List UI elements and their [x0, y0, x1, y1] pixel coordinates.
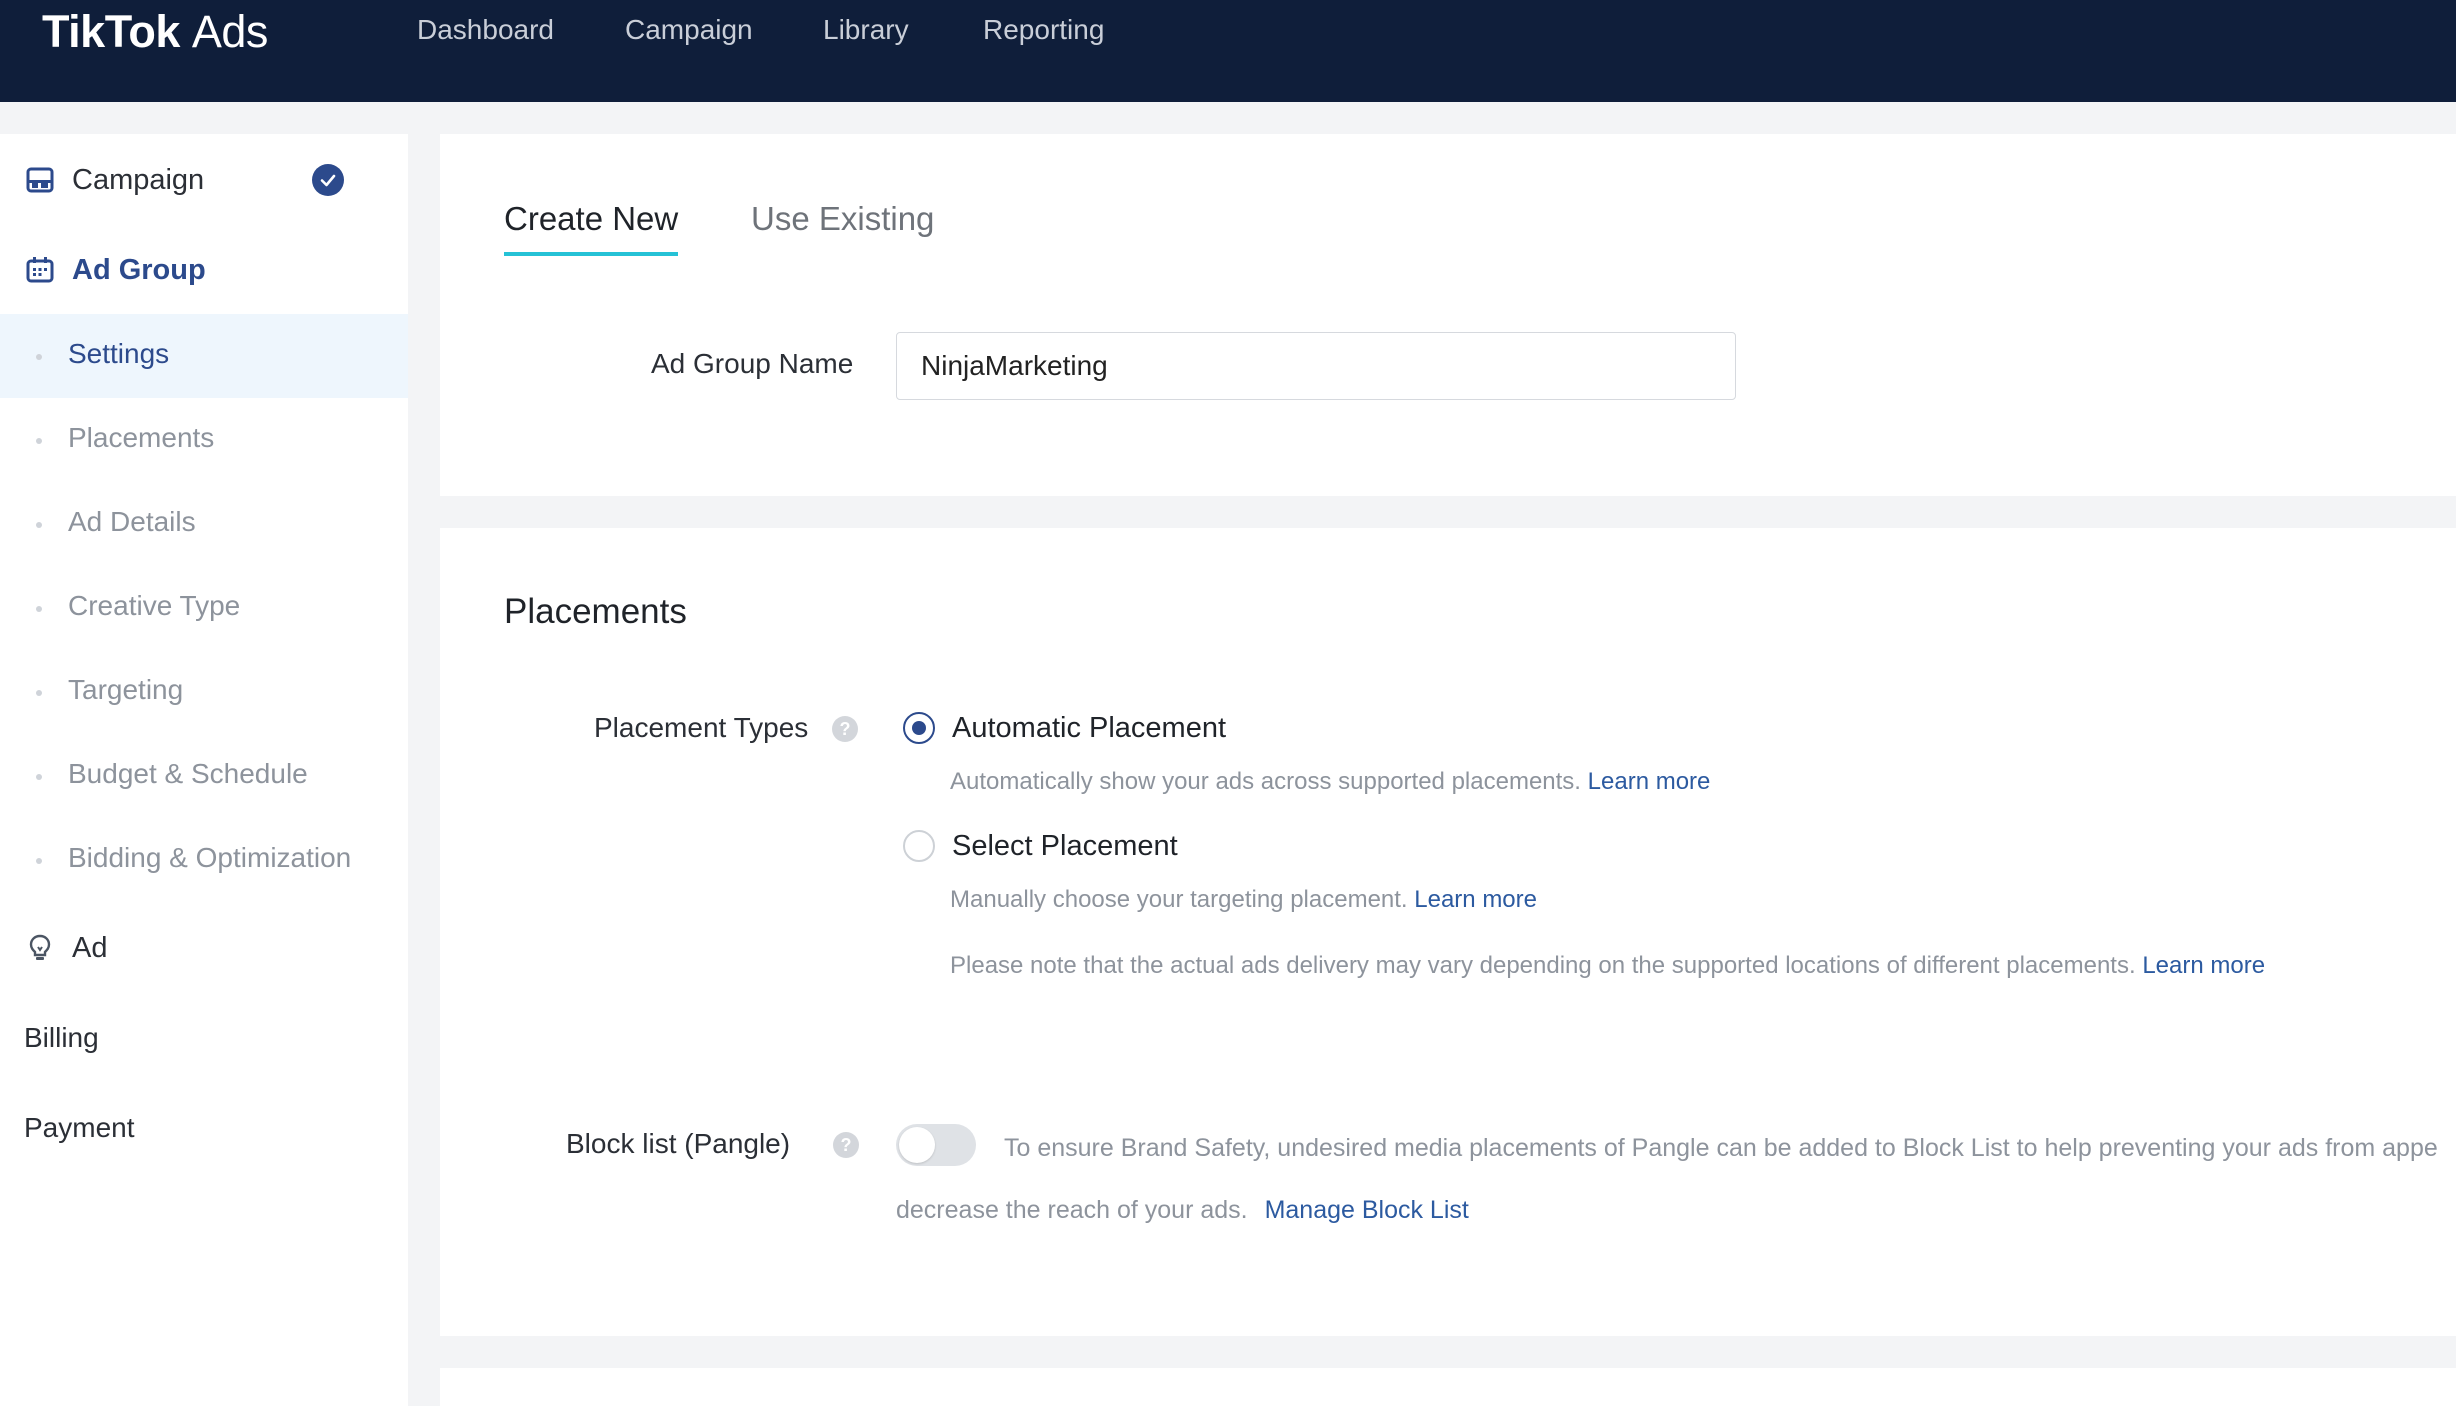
block-list-description-cont: decrease the reach of your ads. Manage B…: [896, 1196, 1469, 1225]
section-title: Placements: [504, 592, 687, 631]
sidebar-sub-targeting[interactable]: Targeting: [0, 650, 408, 734]
bullet-dot: [36, 858, 42, 864]
bullet-dot: [36, 774, 42, 780]
select-placement-radio[interactable]: [903, 830, 935, 862]
sidebar-sub-label: Ad Details: [68, 506, 196, 537]
placements-card: Placements Placement Types ? Automatic P…: [440, 528, 2456, 1336]
sidebar-sub-label: Settings: [68, 338, 170, 369]
sidebar-sub-label: Bidding & Optimization: [68, 842, 352, 873]
lightbulb-icon: [24, 932, 56, 964]
hint-text: Automatically show your ads across suppo…: [950, 768, 1581, 795]
calendar-icon: [24, 254, 56, 286]
top-nav-bar: TikTok Ads Dashboard Campaign Library Re…: [0, 0, 2456, 102]
sidebar-sub-label: Placements: [68, 422, 215, 453]
tiktok-ads-logo[interactable]: TikTok Ads: [42, 6, 268, 58]
automatic-placement-radio[interactable]: [903, 712, 935, 744]
bullet-dot: [36, 438, 42, 444]
note-text: Please note that the actual ads delivery…: [950, 952, 2136, 979]
select-placement-hint: Manually choose your targeting placement…: [950, 886, 1537, 914]
sidebar-item-ad[interactable]: Ad: [0, 906, 408, 990]
sidebar-sub-bidding-optimization[interactable]: Bidding & Optimization: [0, 818, 408, 902]
tab-create-new[interactable]: Create New: [504, 200, 678, 238]
ad-group-name-input[interactable]: [896, 332, 1736, 400]
sidebar-item-payment[interactable]: Payment: [24, 1112, 135, 1144]
sidebar-sub-label: Creative Type: [68, 590, 241, 621]
block-list-toggle[interactable]: [896, 1124, 976, 1166]
next-section-card: [440, 1368, 2456, 1406]
placement-delivery-note: Please note that the actual ads delivery…: [950, 952, 2265, 980]
bullet-dot: [36, 522, 42, 528]
nav-reporting[interactable]: Reporting: [983, 14, 1104, 46]
campaign-icon: [24, 164, 56, 196]
learn-more-link[interactable]: Learn more: [1414, 886, 1537, 913]
manage-block-list-link[interactable]: Manage Block List: [1265, 1196, 1469, 1224]
sidebar-item-label: Campaign: [72, 163, 205, 196]
sidebar-sub-budget-schedule[interactable]: Budget & Schedule: [0, 734, 408, 818]
sidebar-sub-settings[interactable]: Settings: [0, 314, 408, 398]
help-icon[interactable]: ?: [832, 716, 858, 742]
completed-check-icon: [312, 164, 344, 196]
ad-group-name-label: Ad Group Name: [651, 348, 854, 379]
automatic-placement-label[interactable]: Automatic Placement: [952, 712, 1226, 745]
placement-types-label: Placement Types: [594, 712, 809, 743]
sidebar: Campaign Ad Group Settings Placements Ad…: [0, 134, 408, 1406]
automatic-placement-hint: Automatically show your ads across suppo…: [950, 768, 1710, 796]
ad-group-card: Create New Use Existing Ad Group Name: [440, 134, 2456, 496]
nav-campaign[interactable]: Campaign: [625, 14, 753, 46]
brand-name: TikTok: [42, 6, 180, 57]
sidebar-sub-ad-details[interactable]: Ad Details: [0, 482, 408, 566]
help-icon[interactable]: ?: [833, 1132, 859, 1158]
active-tab-indicator: [504, 252, 678, 256]
block-list-label: Block list (Pangle): [566, 1128, 791, 1159]
bullet-dot: [36, 690, 42, 696]
sidebar-sub-placements[interactable]: Placements: [0, 398, 408, 482]
learn-more-link[interactable]: Learn more: [2142, 952, 2265, 979]
nav-dashboard[interactable]: Dashboard: [417, 14, 554, 46]
tab-use-existing[interactable]: Use Existing: [751, 200, 934, 238]
sidebar-item-ad-group[interactable]: Ad Group: [0, 228, 408, 312]
bullet-dot: [36, 606, 42, 612]
nav-library[interactable]: Library: [823, 14, 909, 46]
bullet-dot: [36, 354, 42, 360]
sidebar-item-campaign[interactable]: Campaign: [0, 138, 408, 222]
sidebar-item-label: Ad: [72, 931, 108, 964]
block-list-description: To ensure Brand Safety, undesired media …: [1004, 1134, 2438, 1162]
description-text: decrease the reach of your ads.: [896, 1196, 1248, 1224]
sidebar-item-billing[interactable]: Billing: [24, 1022, 99, 1054]
sidebar-item-label: Ad Group: [72, 253, 206, 286]
select-placement-label[interactable]: Select Placement: [952, 830, 1178, 863]
brand-suffix: Ads: [191, 6, 269, 57]
toggle-knob: [899, 1127, 935, 1163]
learn-more-link[interactable]: Learn more: [1588, 768, 1711, 795]
sidebar-sub-label: Budget & Schedule: [68, 758, 308, 789]
sidebar-sub-creative-type[interactable]: Creative Type: [0, 566, 408, 650]
sidebar-sub-label: Targeting: [68, 674, 184, 705]
hint-text: Manually choose your targeting placement…: [950, 886, 1408, 913]
